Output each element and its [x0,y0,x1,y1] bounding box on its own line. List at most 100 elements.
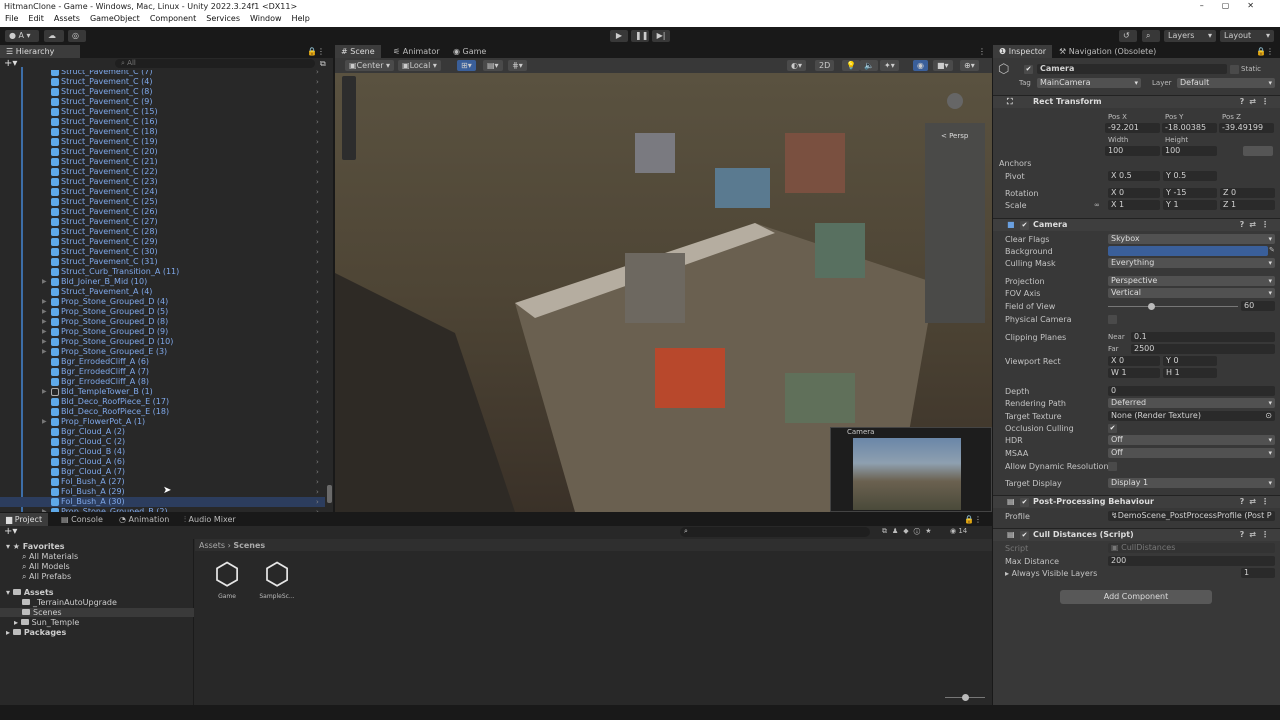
open-prefab-arrow-icon[interactable]: › [316,87,319,97]
hidden-packages-count[interactable]: ◉ 14 [950,527,967,535]
icon-size-slider-handle[interactable] [962,694,969,701]
expand-arrow-icon[interactable]: ▶ [42,417,47,427]
hierarchy-item[interactable]: Struct_Pavement_C (7) › [0,70,325,77]
expand-arrow-icon[interactable]: ▶ [42,307,47,317]
pivot-x-field[interactable]: X 0.5 [1108,171,1160,181]
project-search-input[interactable]: ⌕ [680,527,870,537]
anchors-foldout[interactable]: Anchors [999,159,1031,168]
packages-folder[interactable]: ▸ Packages [6,628,66,637]
near-field[interactable]: 0.1 [1131,332,1275,342]
expand-arrow-icon[interactable]: ▶ [42,297,47,307]
hierarchy-item[interactable]: Struct_Pavement_C (23) › [0,177,325,187]
open-prefab-arrow-icon[interactable]: › [316,257,319,267]
rotation-z-field[interactable]: Z 0 [1220,188,1275,198]
open-prefab-arrow-icon[interactable]: › [316,307,319,317]
always-visible-layers-field[interactable]: 1 [1241,568,1275,578]
hierarchy-item[interactable]: Struct_Pavement_C (16) › [0,117,325,127]
hierarchy-item[interactable]: Struct_Pavement_C (19) › [0,137,325,147]
favorites-item[interactable]: ▾ ★ Favorites [6,542,65,551]
open-prefab-arrow-icon[interactable]: › [316,217,319,227]
hierarchy-item[interactable]: Bgr_ErrodedCliff_A (6) › [0,357,325,367]
hierarchy-item[interactable]: ▶ Prop_Stone_Grouped_D (10) › [0,337,325,347]
open-prefab-arrow-icon[interactable]: › [316,237,319,247]
hierarchy-item[interactable]: Struct_Pavement_C (26) › [0,207,325,217]
open-prefab-arrow-icon[interactable]: › [316,347,319,357]
search-icon[interactable]: ⌕ [1142,30,1160,42]
width-field[interactable]: 100 [1105,146,1160,156]
expand-arrow-icon[interactable]: ▶ [42,337,47,347]
account-button[interactable]: ● A ▾ [5,30,39,42]
step-button[interactable]: ▶| [652,30,670,42]
gizmos-icon[interactable]: ⊕▾ [960,60,979,71]
open-prefab-arrow-icon[interactable]: › [316,97,319,107]
culling-mask-dropdown[interactable]: Everything [1108,258,1275,268]
open-prefab-arrow-icon[interactable]: › [316,157,319,167]
open-prefab-arrow-icon[interactable]: › [316,137,319,147]
hierarchy-item[interactable]: Struct_Pavement_C (4) › [0,77,325,87]
open-prefab-arrow-icon[interactable]: › [316,397,319,407]
fov-axis-dropdown[interactable]: Vertical [1108,288,1275,298]
fov-slider-handle[interactable] [1147,303,1155,310]
msaa-dropdown[interactable]: Off [1108,448,1275,458]
play-button[interactable]: ▶ [610,30,628,42]
folder-terrain-auto-upgrade[interactable]: _TerrainAutoUpgrade [22,598,117,607]
open-prefab-arrow-icon[interactable]: › [316,417,319,427]
open-prefab-arrow-icon[interactable]: › [316,297,319,307]
expand-arrow-icon[interactable]: ▶ [42,327,47,337]
hierarchy-item[interactable]: Bgr_Cloud_C (2) › [0,437,325,447]
2d-toggle[interactable]: 2D [815,60,835,71]
tab-scene[interactable]: # Scene [335,45,381,58]
breadcrumb-scenes[interactable]: Scenes [233,541,265,550]
hierarchy-item[interactable]: Bgr_Cloud_A (7) › [0,467,325,477]
window-controls[interactable]: –▢✕ [1200,1,1272,10]
favorite-all-prefabs[interactable]: ⌕ All Prefabs [22,572,71,582]
max-distance-field[interactable]: 200 [1108,556,1275,566]
depth-field[interactable]: 0 [1108,386,1275,396]
hierarchy-item[interactable]: Struct_Curb_Transition_A (11) › [0,267,325,277]
hierarchy-item[interactable]: Struct_Pavement_C (21) › [0,157,325,167]
hdr-dropdown[interactable]: Off [1108,435,1275,445]
open-prefab-arrow-icon[interactable]: › [316,507,319,512]
hierarchy-item[interactable]: Struct_Pavement_C (27) › [0,217,325,227]
scale-y-field[interactable]: Y 1 [1163,200,1217,210]
always-visible-layers-foldout[interactable]: ▸ Always Visible Layers [1005,569,1097,578]
pivot-dropdown[interactable]: ▣Center ▾ [345,60,395,71]
open-prefab-arrow-icon[interactable]: › [316,70,319,77]
hierarchy-item[interactable]: Bgr_Cloud_A (2) › [0,427,325,437]
hierarchy-item[interactable]: Bgr_ErrodedCliff_A (8) › [0,377,325,387]
open-prefab-arrow-icon[interactable]: › [316,247,319,257]
open-prefab-arrow-icon[interactable]: › [316,437,319,447]
tab-navigation[interactable]: ⚒ Navigation (Obsolete) [1053,45,1162,58]
open-prefab-arrow-icon[interactable]: › [316,327,319,337]
hierarchy-item[interactable]: Bgr_Cloud_B (4) › [0,447,325,457]
effects-icon[interactable]: ✦▾ [880,60,899,71]
more-icon[interactable]: ⋮ [978,47,986,56]
viewport-h-field[interactable]: H 1 [1163,368,1217,378]
tab-hierarchy[interactable]: ☰ Hierarchy [0,45,80,58]
expand-arrow-icon[interactable]: ▶ [42,387,47,397]
layout-dropdown[interactable]: Layout ▾ [1220,30,1274,42]
hierarchy-item[interactable]: Struct_Pavement_C (28) › [0,227,325,237]
pos-z-field[interactable]: -39.49199 [1219,123,1274,133]
clear-flags-dropdown[interactable]: Skybox [1108,234,1275,244]
hierarchy-item[interactable]: Struct_Pavement_C (25) › [0,197,325,207]
open-prefab-arrow-icon[interactable]: › [316,377,319,387]
open-prefab-arrow-icon[interactable]: › [316,467,319,477]
open-prefab-arrow-icon[interactable]: › [316,187,319,197]
scale-z-field[interactable]: Z 1 [1220,200,1275,210]
hierarchy-item[interactable]: Struct_Pavement_A (4) › [0,287,325,297]
audio-icon[interactable]: 🔈 [860,60,878,71]
space-dropdown[interactable]: ▣Local ▾ [398,60,441,71]
projection-dropdown[interactable]: Perspective [1108,276,1275,286]
open-prefab-arrow-icon[interactable]: › [316,177,319,187]
expand-arrow-icon[interactable]: ▶ [42,317,47,327]
cull-distances-header[interactable]: ▤ ✔ Cull Distances (Script) ?⇄⋮ [993,528,1280,541]
hierarchy-item[interactable]: Bld_Deco_RoofPiece_E (18) › [0,407,325,417]
folder-sun-temple[interactable]: ▸ Sun_Temple [14,618,79,627]
hierarchy-item[interactable]: Struct_Pavement_C (31) › [0,257,325,267]
filter-icons[interactable]: ⧉♟◆ⓘ★ [882,527,936,536]
open-prefab-arrow-icon[interactable]: › [316,227,319,237]
viewport-y-field[interactable]: Y 0 [1163,356,1217,366]
target-display-dropdown[interactable]: Display 1 [1108,478,1275,488]
search-input[interactable]: ⌕ All [115,59,315,68]
